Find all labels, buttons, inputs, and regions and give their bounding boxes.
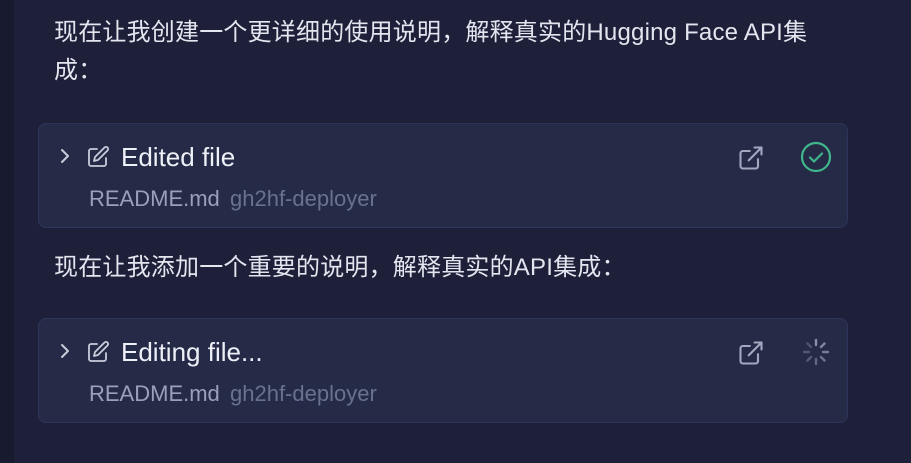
- assistant-message: 现在让我创建一个更详细的使用说明，解释真实的Hugging Face API集成…: [54, 19, 808, 84]
- open-external-icon[interactable]: [737, 144, 765, 172]
- sidebar-edge: [0, 0, 14, 463]
- repo-name: gh2hf-deployer: [230, 381, 377, 406]
- file-name: README.md: [89, 381, 220, 406]
- edit-icon: [86, 145, 110, 169]
- open-external-icon[interactable]: [737, 339, 765, 367]
- assistant-message: 现在让我添加一个重要的说明，解释真实的API集成：: [54, 254, 626, 281]
- chevron-right-icon[interactable]: [57, 148, 73, 164]
- edit-icon: [86, 340, 110, 364]
- file-edit-card[interactable]: Edited file README.md gh2hf-deployer: [38, 123, 848, 228]
- card-title: Edited file: [121, 142, 236, 172]
- file-name: README.md: [89, 186, 220, 211]
- check-circle-icon: [799, 140, 833, 174]
- spinner-icon: [799, 335, 833, 369]
- file-edit-card[interactable]: Editing file... README.md gh2hf-deployer: [38, 318, 848, 423]
- card-title: Editing file...: [121, 337, 263, 367]
- chevron-right-icon[interactable]: [57, 343, 73, 359]
- repo-name: gh2hf-deployer: [230, 186, 377, 211]
